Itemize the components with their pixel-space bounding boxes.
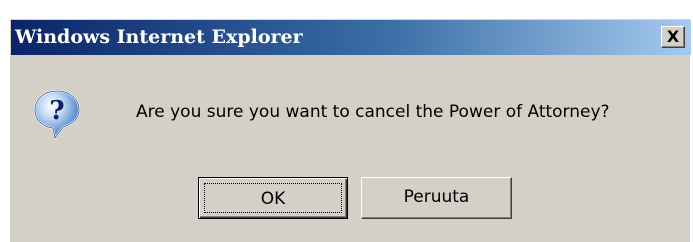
title-bar[interactable]: Windows Internet Explorer X bbox=[11, 20, 691, 55]
close-icon: X bbox=[666, 27, 680, 46]
close-button[interactable]: X bbox=[661, 26, 685, 48]
svg-text:?: ? bbox=[49, 96, 64, 126]
ok-button[interactable]: OK bbox=[198, 177, 348, 219]
window-title: Windows Internet Explorer bbox=[15, 26, 303, 48]
cancel-button[interactable]: Peruuta bbox=[361, 177, 512, 219]
question-icon: ? bbox=[33, 89, 81, 141]
dialog-message: Are you sure you want to cancel the Powe… bbox=[136, 102, 610, 122]
ok-button-label: OK bbox=[204, 183, 342, 213]
confirm-dialog: Windows Internet Explorer X ? Are you su… bbox=[10, 19, 691, 242]
